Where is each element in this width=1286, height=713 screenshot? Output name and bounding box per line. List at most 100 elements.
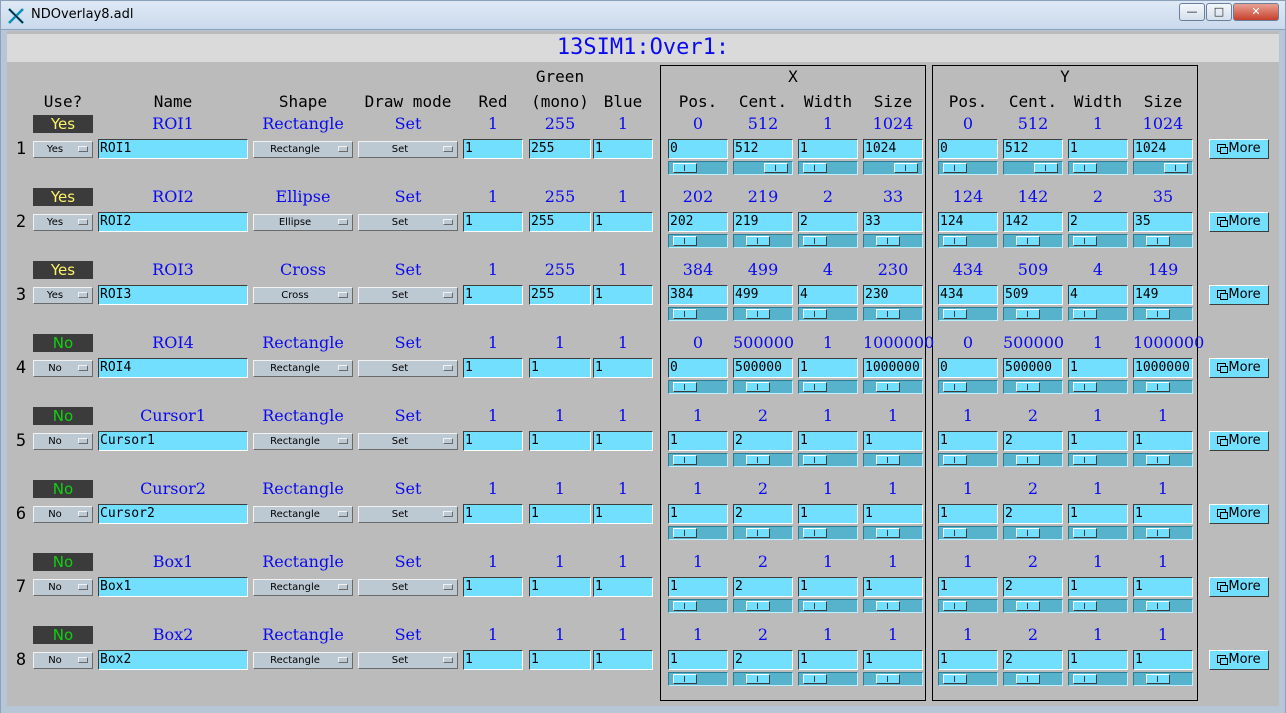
y-cent-slider[interactable] [1003, 307, 1063, 321]
y-cent-slider[interactable] [1003, 380, 1063, 394]
name-input[interactable]: Box1 [98, 577, 248, 597]
slider-thumb[interactable] [943, 674, 967, 684]
green-input[interactable]: 255 [529, 212, 591, 232]
red-input[interactable]: 1 [463, 139, 523, 159]
y-width-slider[interactable] [1068, 599, 1128, 613]
y-pos-input[interactable]: 0 [938, 358, 998, 378]
x-size-slider[interactable] [863, 161, 923, 175]
x-cent-input[interactable]: 2 [733, 431, 793, 451]
slider-thumb[interactable] [894, 163, 918, 173]
slider-thumb[interactable] [1146, 382, 1170, 392]
y-size-input[interactable]: 35 [1133, 212, 1193, 232]
name-input[interactable]: Cursor1 [98, 431, 248, 451]
slider-thumb[interactable] [803, 674, 827, 684]
minimize-button[interactable]: — [1179, 3, 1205, 21]
blue-input[interactable]: 1 [593, 358, 653, 378]
x-cent-slider[interactable] [733, 234, 793, 248]
shape-menu[interactable]: Cross [253, 287, 353, 304]
y-pos-input[interactable]: 434 [938, 285, 998, 305]
slider-thumb[interactable] [746, 528, 770, 538]
name-input[interactable]: ROI2 [98, 212, 248, 232]
y-cent-input[interactable]: 500000 [1003, 358, 1063, 378]
y-cent-slider[interactable] [1003, 161, 1063, 175]
slider-thumb[interactable] [1073, 601, 1097, 611]
slider-thumb[interactable] [673, 236, 697, 246]
slider-thumb[interactable] [746, 309, 770, 319]
green-input[interactable]: 255 [529, 139, 591, 159]
x-pos-slider[interactable] [668, 161, 728, 175]
x-cent-slider[interactable] [733, 599, 793, 613]
use-menu[interactable]: Yes [33, 287, 93, 304]
x-width-slider[interactable] [798, 599, 858, 613]
slider-thumb[interactable] [1073, 674, 1097, 684]
use-menu[interactable]: No [33, 360, 93, 377]
shape-menu[interactable]: Rectangle [253, 433, 353, 450]
shape-menu[interactable]: Rectangle [253, 579, 353, 596]
x-pos-slider[interactable] [668, 307, 728, 321]
slider-thumb[interactable] [673, 309, 697, 319]
green-input[interactable]: 1 [529, 504, 591, 524]
y-cent-input[interactable]: 2 [1003, 577, 1063, 597]
green-input[interactable]: 1 [529, 577, 591, 597]
x-pos-input[interactable]: 0 [668, 139, 728, 159]
red-input[interactable]: 1 [463, 504, 523, 524]
x-size-input[interactable]: 1 [863, 650, 923, 670]
slider-thumb[interactable] [1016, 601, 1040, 611]
y-pos-slider[interactable] [938, 526, 998, 540]
x-size-slider[interactable] [863, 380, 923, 394]
shape-menu[interactable]: Rectangle [253, 141, 353, 158]
x-cent-input[interactable]: 2 [733, 577, 793, 597]
green-input[interactable]: 1 [529, 650, 591, 670]
y-size-slider[interactable] [1133, 453, 1193, 467]
slider-thumb[interactable] [803, 455, 827, 465]
slider-thumb[interactable] [876, 601, 900, 611]
red-input[interactable]: 1 [463, 358, 523, 378]
slider-thumb[interactable] [746, 455, 770, 465]
y-pos-input[interactable]: 1 [938, 504, 998, 524]
more-button[interactable]: More [1209, 358, 1269, 378]
x-pos-input[interactable]: 1 [668, 504, 728, 524]
blue-input[interactable]: 1 [593, 431, 653, 451]
y-cent-input[interactable]: 2 [1003, 504, 1063, 524]
y-pos-input[interactable]: 1 [938, 577, 998, 597]
use-menu[interactable]: Yes [33, 141, 93, 158]
y-pos-slider[interactable] [938, 380, 998, 394]
draw-mode-menu[interactable]: Set [358, 506, 458, 523]
slider-thumb[interactable] [673, 674, 697, 684]
slider-thumb[interactable] [943, 382, 967, 392]
y-size-slider[interactable] [1133, 380, 1193, 394]
blue-input[interactable]: 1 [593, 212, 653, 232]
shape-menu[interactable]: Rectangle [253, 652, 353, 669]
name-input[interactable]: Box2 [98, 650, 248, 670]
y-width-slider[interactable] [1068, 161, 1128, 175]
red-input[interactable]: 1 [463, 431, 523, 451]
x-cent-slider[interactable] [733, 526, 793, 540]
name-input[interactable]: ROI1 [98, 139, 248, 159]
slider-thumb[interactable] [943, 601, 967, 611]
y-cent-slider[interactable] [1003, 234, 1063, 248]
y-width-input[interactable]: 1 [1068, 431, 1128, 451]
x-cent-slider[interactable] [733, 380, 793, 394]
slider-thumb[interactable] [1016, 528, 1040, 538]
x-pos-input[interactable]: 202 [668, 212, 728, 232]
x-size-input[interactable]: 1000000 [863, 358, 923, 378]
y-width-input[interactable]: 2 [1068, 212, 1128, 232]
y-size-input[interactable]: 1 [1133, 431, 1193, 451]
slider-thumb[interactable] [876, 674, 900, 684]
slider-thumb[interactable] [746, 236, 770, 246]
x-width-input[interactable]: 1 [798, 139, 858, 159]
y-size-input[interactable]: 149 [1133, 285, 1193, 305]
x-width-input[interactable]: 1 [798, 358, 858, 378]
use-menu[interactable]: No [33, 579, 93, 596]
close-button[interactable]: ✕ [1233, 3, 1279, 21]
y-pos-input[interactable]: 1 [938, 650, 998, 670]
shape-menu[interactable]: Rectangle [253, 506, 353, 523]
x-pos-slider[interactable] [668, 234, 728, 248]
x-pos-slider[interactable] [668, 453, 728, 467]
x-cent-input[interactable]: 500000 [733, 358, 793, 378]
y-cent-input[interactable]: 2 [1003, 431, 1063, 451]
x-width-input[interactable]: 1 [798, 504, 858, 524]
shape-menu[interactable]: Ellipse [253, 214, 353, 231]
y-cent-slider[interactable] [1003, 599, 1063, 613]
slider-thumb[interactable] [764, 163, 788, 173]
